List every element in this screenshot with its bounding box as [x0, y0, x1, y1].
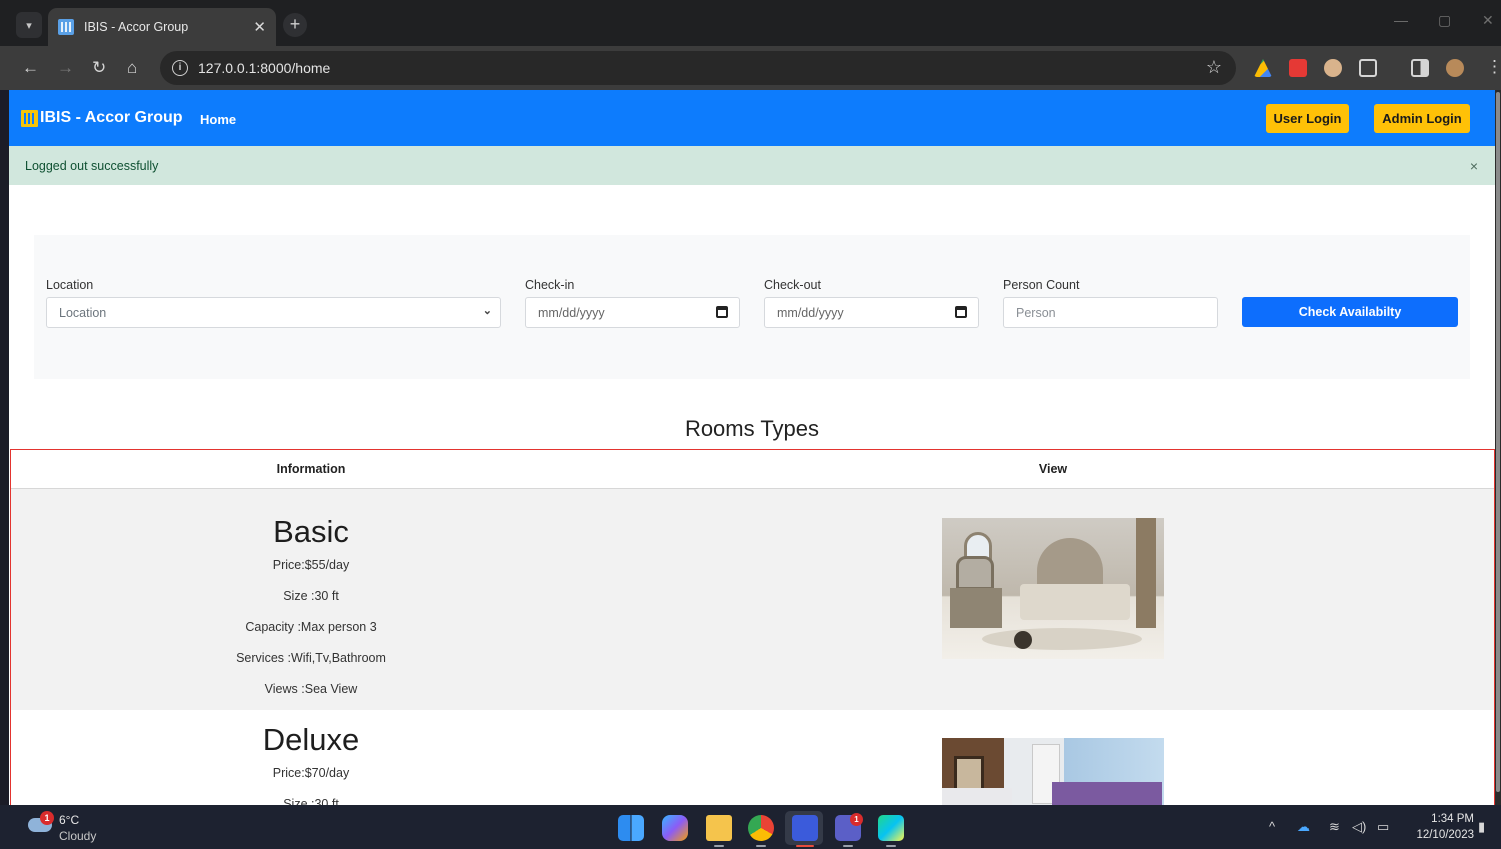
person-count-input[interactable]: Person	[1003, 297, 1218, 328]
file-explorer-icon[interactable]	[706, 815, 732, 841]
room-price: Price:$70/day	[272, 766, 350, 780]
location-label: Location	[46, 278, 94, 292]
active-indicator	[796, 845, 814, 847]
site-navbar: IBIS - Accor Group Home User Login Admin…	[9, 90, 1495, 146]
scrollbar-thumb[interactable]	[1496, 92, 1500, 792]
check-availability-button[interactable]: Check Availabilty	[1242, 297, 1458, 327]
home-icon[interactable]: ⌂	[127, 58, 137, 78]
room-views: Views :Sea View	[264, 682, 358, 696]
room-name: Deluxe	[262, 722, 360, 757]
alert-close-icon[interactable]: ×	[1470, 158, 1478, 174]
column-header-information: Information	[276, 462, 346, 476]
rooms-section-title: Rooms Types	[684, 416, 820, 441]
person-placeholder: Person	[1016, 306, 1056, 320]
new-tab-plus-icon[interactable]: +	[283, 13, 307, 37]
address-bar[interactable]: i 127.0.0.1:8000/home ☆	[160, 51, 1236, 85]
start-windows-icon[interactable]	[618, 815, 644, 841]
user-login-button[interactable]: User Login	[1266, 104, 1349, 133]
back-arrow-icon[interactable]: ←	[22, 58, 39, 78]
notification-bell-icon[interactable]: ▮	[1478, 819, 1485, 835]
room-size: Size :30 ft	[283, 589, 339, 603]
room-size: Size :30 ft	[283, 797, 339, 805]
reload-icon[interactable]: ↻	[92, 58, 106, 78]
table-row: Deluxe Price:$70/day Size :30 ft	[11, 710, 1494, 805]
forward-arrow-icon[interactable]: →	[57, 58, 74, 78]
calendar-icon[interactable]	[955, 306, 967, 318]
room-photo-deluxe	[942, 738, 1164, 805]
teams-notification-badge: 1	[850, 813, 863, 826]
clock-date[interactable]: 12/10/2023	[1404, 829, 1474, 841]
red-extension-icon[interactable]	[1289, 59, 1307, 77]
running-indicator	[886, 845, 896, 847]
checkout-placeholder: mm/dd/yyyy	[777, 306, 844, 320]
availability-search-form: Location Location ⌄ Check-in mm/dd/yyyy …	[34, 235, 1470, 379]
profile-avatar-icon[interactable]	[1446, 59, 1464, 77]
url-text[interactable]: 127.0.0.1:8000/home	[198, 60, 330, 76]
room-info-deluxe: Deluxe Price:$70/day Size :30 ft	[11, 710, 611, 805]
room-services: Services :Wifi,Tv,Bathroom	[236, 651, 386, 665]
browser-tab-active[interactable]: IBIS - Accor Group ✕	[48, 8, 276, 46]
location-select[interactable]: Location ⌄	[46, 297, 501, 328]
room-info-basic: Basic Price:$55/day Size :30 ft Capacity…	[11, 502, 611, 705]
weather-temperature: 6°C	[59, 813, 80, 827]
chrome-icon[interactable]	[748, 815, 774, 841]
volume-icon[interactable]: ◁)	[1352, 819, 1366, 835]
success-alert: Logged out successfully ×	[9, 146, 1495, 185]
tab-close-icon[interactable]: ✕	[253, 18, 266, 36]
brand-text: IBIS - Accor Group	[40, 109, 183, 126]
web-page: IBIS - Accor Group Home User Login Admin…	[9, 90, 1495, 805]
window-edge	[0, 90, 9, 805]
weather-description: Cloudy	[59, 829, 97, 843]
alert-message: Logged out successfully	[25, 159, 159, 173]
admin-login-button[interactable]: Admin Login	[1374, 104, 1470, 133]
window-restore-icon[interactable]: ▢	[1438, 12, 1451, 29]
table-row: Basic Price:$55/day Size :30 ft Capacity…	[11, 489, 1494, 710]
site-info-icon[interactable]: i	[172, 60, 188, 76]
room-photo-basic	[942, 518, 1164, 659]
column-header-view: View	[1038, 462, 1068, 476]
checkout-label: Check-out	[764, 278, 821, 292]
checkin-date-input[interactable]: mm/dd/yyyy	[525, 297, 740, 328]
running-indicator	[714, 845, 724, 847]
clock-time[interactable]: 1:34 PM	[1414, 813, 1474, 825]
checkin-label: Check-in	[525, 278, 575, 292]
chevron-down-icon: ⌄	[482, 305, 492, 317]
browser-tab-strip: ▾ IBIS - Accor Group ✕ + — ▢ ✕	[0, 0, 1501, 46]
side-panel-icon[interactable]	[1411, 59, 1429, 77]
location-select-value: Location	[59, 306, 107, 320]
browser-toolbar: ← → ↻ ⌂ i 127.0.0.1:8000/home ☆	[0, 46, 1501, 90]
copilot-icon[interactable]	[662, 815, 688, 841]
hotel-building-icon	[21, 109, 38, 127]
bookmark-star-icon[interactable]: ☆	[1206, 57, 1222, 78]
site-brand[interactable]: IBIS - Accor Group	[21, 109, 183, 127]
calendar-icon[interactable]	[716, 306, 728, 318]
wifi-icon[interactable]: ≋	[1329, 819, 1340, 835]
extensions-puzzle-icon[interactable]	[1359, 59, 1377, 77]
person-count-label: Person Count	[1003, 278, 1080, 292]
tab-title: IBIS - Accor Group	[84, 20, 189, 34]
onedrive-cloud-icon[interactable]: ☁	[1297, 819, 1310, 835]
room-price: Price:$55/day	[272, 558, 350, 572]
checkin-placeholder: mm/dd/yyyy	[538, 306, 605, 320]
checkout-date-input[interactable]: mm/dd/yyyy	[764, 297, 979, 328]
room-name: Basic	[273, 514, 349, 549]
window-close-icon[interactable]: ✕	[1482, 12, 1494, 29]
tray-overflow-chevron-icon[interactable]: ^	[1269, 819, 1275, 834]
room-types-table: Information View Basic Price:$55/day Siz…	[10, 449, 1495, 805]
tab-search-chevron-icon[interactable]: ▾	[16, 12, 42, 38]
weather-badge: 1	[40, 811, 54, 825]
windows-taskbar: 1 6°C Cloudy 1 ^ ☁ ≋ ◁) ▭ 1:34 PM 12/10/…	[0, 805, 1501, 849]
pycharm-icon[interactable]	[878, 815, 904, 841]
battery-icon[interactable]: ▭	[1377, 819, 1389, 835]
running-indicator	[843, 845, 853, 847]
face-extension-icon[interactable]	[1324, 59, 1342, 77]
snipping-tool-icon[interactable]	[792, 815, 818, 841]
room-capacity: Capacity :Max person 3	[245, 620, 377, 634]
nav-link-home[interactable]: Home	[200, 112, 236, 127]
site-favicon-icon	[58, 19, 74, 35]
window-minimize-icon[interactable]: —	[1394, 12, 1408, 28]
browser-menu-dots-icon[interactable]: ⋮	[1486, 57, 1501, 77]
running-indicator	[756, 845, 766, 847]
